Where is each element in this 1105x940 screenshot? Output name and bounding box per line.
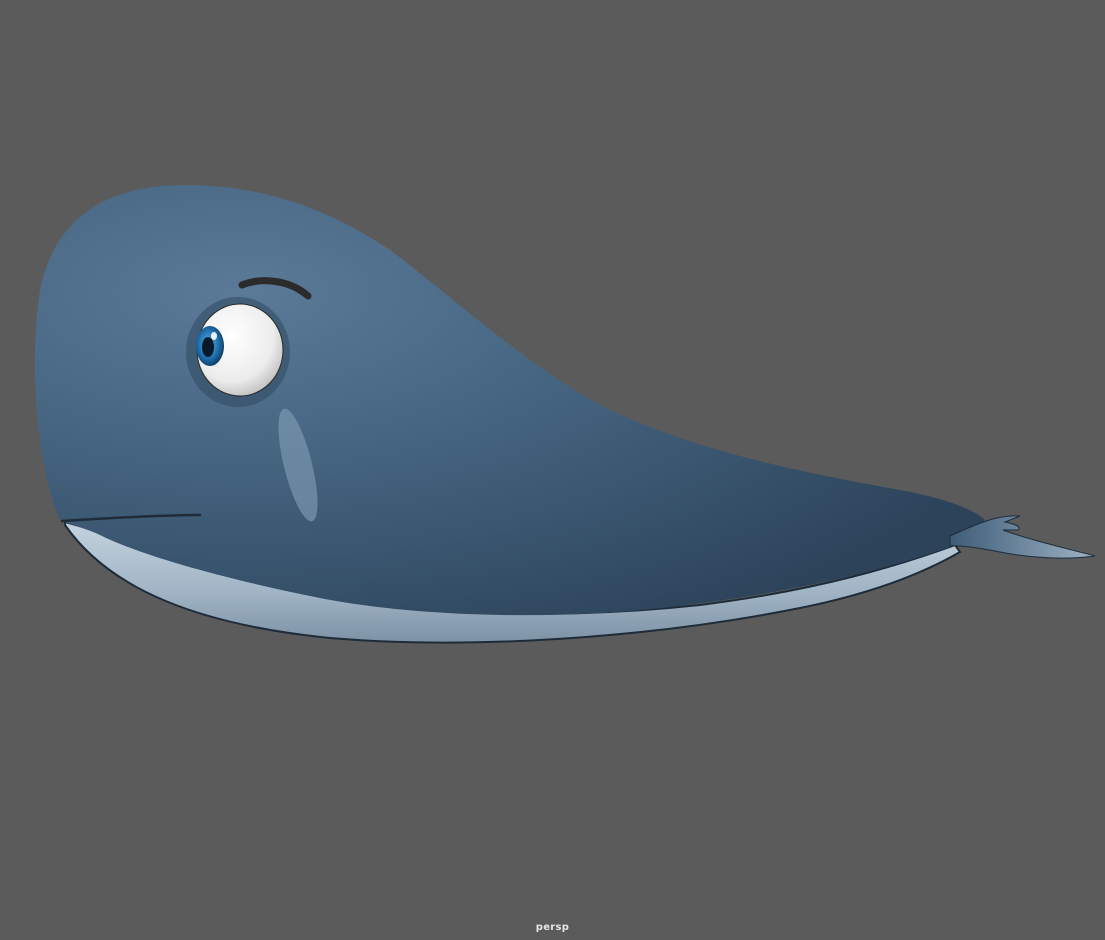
whale-pupil [202,337,214,357]
eye-specular [211,332,217,340]
3d-viewport[interactable]: persp [0,0,1105,940]
camera-name-label: persp [535,922,570,933]
whale-model[interactable] [0,0,1105,940]
whale-body [34,185,985,616]
